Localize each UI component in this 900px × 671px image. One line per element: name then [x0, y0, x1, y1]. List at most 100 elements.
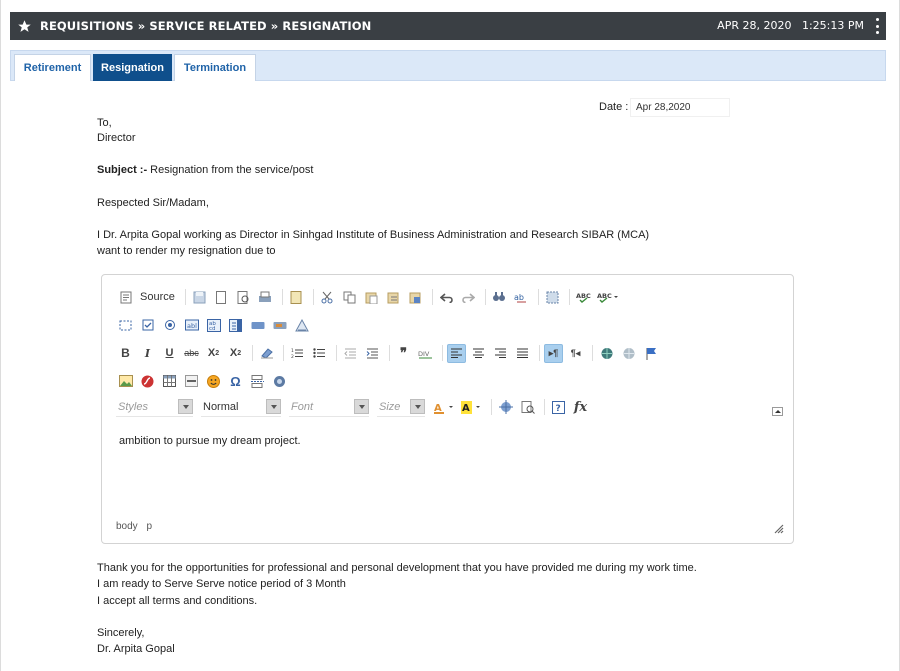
scayt-icon[interactable]: ABC [596, 288, 620, 307]
text-direction-ltr-icon[interactable]: ▸¶ [544, 343, 563, 363]
checkbox-icon[interactable] [138, 316, 157, 335]
thanks-line: Thank you for the opportunities for prof… [97, 562, 697, 574]
notice-line: I am ready to Serve Serve notice period … [97, 578, 346, 590]
recipient-line: Director [97, 132, 136, 144]
path-p[interactable]: p [146, 521, 152, 532]
tab-retirement[interactable]: Retirement [14, 54, 91, 81]
textfield-icon[interactable]: abl [182, 316, 201, 335]
show-blocks-icon[interactable] [518, 398, 537, 417]
image-icon[interactable] [116, 372, 135, 391]
format-value: Normal [203, 400, 239, 413]
iframe-icon[interactable] [270, 372, 289, 391]
preview-icon[interactable] [234, 288, 253, 307]
blockquote-icon[interactable]: ❞ [394, 344, 413, 363]
form-icon[interactable] [116, 316, 135, 335]
text-color-icon[interactable]: A [433, 398, 457, 417]
templates-icon[interactable] [287, 288, 306, 307]
tab-termination[interactable]: Termination [174, 54, 256, 81]
format-combo[interactable]: Normal [201, 397, 281, 417]
styles-combo[interactable]: Styles [116, 397, 193, 417]
bold-icon[interactable]: B [116, 344, 135, 363]
cut-icon[interactable] [318, 288, 337, 307]
intro-line-2: want to render my resignation due to [97, 245, 276, 257]
outdent-icon[interactable] [341, 344, 360, 363]
radio-icon[interactable] [160, 316, 179, 335]
chevron-down-icon [410, 399, 425, 414]
subscript-icon[interactable]: X2 [204, 344, 223, 363]
date-field[interactable]: Apr 28,2020 [630, 98, 730, 117]
more-menu-icon[interactable] [876, 18, 880, 34]
header-datetime: APR 28, 2020 1:25:13 PM [717, 19, 864, 32]
svg-text:cd: cd [209, 326, 216, 332]
select-field-icon[interactable] [226, 316, 245, 335]
chevron-down-icon [354, 399, 369, 414]
remove-format-icon[interactable] [257, 344, 276, 363]
smiley-icon[interactable] [204, 372, 223, 391]
anchor-flag-icon[interactable] [641, 344, 660, 363]
source-icon[interactable] [116, 288, 135, 307]
bulleted-list-icon[interactable] [310, 344, 329, 363]
help-icon[interactable]: ? [549, 398, 568, 417]
justify-icon[interactable] [513, 344, 532, 363]
redo-icon[interactable] [459, 288, 478, 307]
superscript-icon[interactable]: X2 [226, 344, 245, 363]
font-combo[interactable]: Font [289, 397, 369, 417]
toolbar-row-3: B I U abc X2 X2 12 ❞ DIV ▸¶ ¶◂ [116, 343, 663, 363]
align-right-icon[interactable] [491, 344, 510, 363]
resize-grip-icon[interactable] [774, 524, 784, 534]
tab-resignation[interactable]: Resignation [93, 54, 172, 81]
link-icon[interactable] [597, 344, 616, 363]
button-field-icon[interactable] [248, 316, 267, 335]
spellcheck-icon[interactable]: ABC [574, 288, 593, 307]
paste-text-icon[interactable] [384, 288, 403, 307]
undo-icon[interactable] [437, 288, 456, 307]
paste-icon[interactable] [362, 288, 381, 307]
copy-icon[interactable] [340, 288, 359, 307]
unlink-icon[interactable] [619, 344, 638, 363]
save-icon[interactable] [190, 288, 209, 307]
tab-bar: Retirement Resignation Termination [10, 50, 886, 81]
align-center-icon[interactable] [469, 344, 488, 363]
page-break-icon[interactable] [248, 372, 267, 391]
table-icon[interactable] [160, 372, 179, 391]
paste-word-icon[interactable] [406, 288, 425, 307]
strikethrough-icon[interactable]: abc [182, 344, 201, 363]
textarea-icon[interactable]: ab cd [204, 316, 223, 335]
formula-icon[interactable]: fx [571, 398, 590, 417]
replace-icon[interactable]: ab [512, 288, 531, 307]
source-button[interactable]: Source [140, 291, 175, 303]
svg-text:1: 1 [291, 348, 294, 354]
new-page-icon[interactable] [212, 288, 231, 307]
text-direction-rtl-icon[interactable]: ¶◂ [566, 344, 585, 363]
collapse-toolbar-icon[interactable] [772, 407, 783, 416]
subject-label: Subject :- [97, 164, 148, 176]
indent-icon[interactable] [363, 344, 382, 363]
image-button-icon[interactable] [270, 316, 289, 335]
special-char-icon[interactable]: Ω [226, 372, 245, 391]
horizontal-rule-icon[interactable] [182, 372, 201, 391]
maximize-icon[interactable] [496, 398, 515, 417]
intro-line-1: I Dr. Arpita Gopal working as Director i… [97, 229, 650, 241]
signature-line: Dr. Arpita Gopal [97, 643, 175, 655]
print-icon[interactable] [256, 288, 275, 307]
italic-icon[interactable]: I [138, 344, 157, 363]
styles-placeholder: Styles [118, 400, 148, 413]
element-path: body p [116, 521, 158, 532]
page-header: REQUISITIONS » SERVICE RELATED » RESIGNA… [10, 12, 886, 40]
toolbar-row-5: Styles Normal Font Size A A ? fx [116, 397, 593, 417]
hidden-field-icon[interactable] [292, 316, 311, 335]
div-container-icon[interactable]: DIV [416, 344, 435, 363]
numbered-list-icon[interactable]: 12 [288, 344, 307, 363]
align-left-icon[interactable] [447, 343, 466, 363]
find-icon[interactable] [490, 288, 509, 307]
accept-line: I accept all terms and conditions. [97, 595, 258, 607]
select-all-icon[interactable] [543, 288, 562, 307]
toolbar-row-4: Ω [116, 371, 292, 391]
background-color-icon[interactable]: A [460, 398, 484, 417]
underline-icon[interactable]: U [160, 344, 179, 363]
editor-content[interactable]: ambition to pursue my dream project. [119, 435, 301, 447]
star-icon[interactable] [16, 18, 32, 34]
flash-icon[interactable] [138, 372, 157, 391]
size-combo[interactable]: Size [377, 397, 425, 417]
path-body[interactable]: body [116, 521, 138, 532]
